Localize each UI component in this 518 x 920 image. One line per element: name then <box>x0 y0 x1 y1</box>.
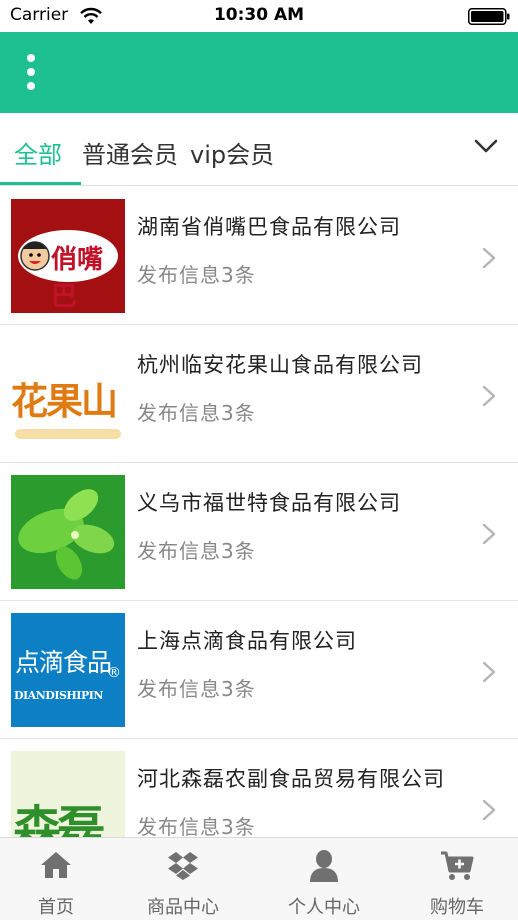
chevron-right-icon <box>482 247 496 269</box>
tab-all[interactable]: 全部 <box>14 135 62 170</box>
nav-home-label: 首页 <box>38 897 74 918</box>
company-list: 俏嘴巴 湖南省俏嘴巴食品有限公司 发布信息3条 花果山 杭州临安花果山食品有限公… <box>0 187 518 837</box>
home-icon <box>41 852 71 878</box>
clock: 10:30 AM <box>213 5 305 25</box>
bottom-tab-bar: 首页 商品中心 个人中心 购物车 <box>0 837 518 920</box>
battery-icon <box>468 8 510 25</box>
app-header <box>0 32 518 113</box>
company-name: 义乌市福世特食品有限公司 <box>137 491 401 515</box>
nav-products-label: 商品中心 <box>147 897 219 918</box>
tab-vip-member[interactable]: vip会员 <box>190 135 274 170</box>
company-logo-text: 点滴食品 <box>15 648 112 677</box>
company-logo-text: 花果山 <box>11 379 118 423</box>
leaf-icon <box>11 475 125 589</box>
company-name: 杭州临安花果山食品有限公司 <box>137 353 423 377</box>
list-item[interactable]: 点滴食品 ® DIANDISHIPIN 上海点滴食品有限公司 发布信息3条 <box>0 601 518 739</box>
list-item[interactable]: 花果山 杭州临安花果山食品有限公司 发布信息3条 <box>0 325 518 463</box>
user-icon <box>310 850 338 882</box>
cart-icon <box>441 851 474 880</box>
more-vertical-icon <box>27 54 35 62</box>
member-filter-tabs: 全部 普通会员 vip会员 <box>0 113 518 186</box>
list-item[interactable]: 义乌市福世特食品有限公司 发布信息3条 <box>0 463 518 601</box>
status-bar: Carrier 10:30 AM <box>0 0 518 32</box>
dropbox-icon <box>168 852 198 880</box>
nav-products[interactable]: 商品中心 <box>118 838 248 920</box>
company-logo: 点滴食品 ® DIANDISHIPIN <box>11 613 125 727</box>
company-logo-subtext: DIANDISHIPIN <box>14 689 103 702</box>
list-item[interactable]: 俏嘴巴 湖南省俏嘴巴食品有限公司 发布信息3条 <box>0 187 518 325</box>
nav-cart-label: 购物车 <box>430 897 484 918</box>
company-logo-mark: ® <box>107 665 121 681</box>
company-name: 上海点滴食品有限公司 <box>137 629 357 653</box>
info-count: 发布信息3条 <box>137 401 256 425</box>
company-logo: 俏嘴巴 <box>11 199 125 313</box>
company-logo-text: 森磊 <box>13 801 105 837</box>
tab-normal-member[interactable]: 普通会员 <box>82 135 178 170</box>
more-menu-button[interactable] <box>14 48 48 96</box>
chevron-right-icon <box>482 799 496 821</box>
chevron-down-icon[interactable] <box>474 137 498 155</box>
nav-home[interactable]: 首页 <box>0 838 121 920</box>
list-item[interactable]: 森磊 河北森磊农副食品贸易有限公司 发布信息3条 <box>0 739 518 837</box>
company-logo-text: 俏嘴巴 <box>51 245 104 312</box>
nav-cart[interactable]: 购物车 <box>392 838 518 920</box>
chevron-right-icon <box>482 385 496 407</box>
company-logo: 花果山 <box>11 337 125 451</box>
more-vertical-icon-dot <box>27 82 35 90</box>
chevron-right-icon <box>482 661 496 683</box>
active-tab-indicator <box>0 182 81 185</box>
nav-profile-label: 个人中心 <box>288 897 360 918</box>
chevron-right-icon <box>482 523 496 545</box>
info-count: 发布信息3条 <box>137 539 256 563</box>
company-logo <box>11 475 125 589</box>
nav-profile[interactable]: 个人中心 <box>259 838 389 920</box>
company-logo: 森磊 <box>11 751 125 837</box>
company-name: 湖南省俏嘴巴食品有限公司 <box>137 215 401 239</box>
more-vertical-icon-dot <box>27 68 35 76</box>
info-count: 发布信息3条 <box>137 677 256 701</box>
info-count: 发布信息3条 <box>137 263 256 287</box>
info-count: 发布信息3条 <box>137 815 256 837</box>
company-name: 河北森磊农副食品贸易有限公司 <box>137 767 445 791</box>
